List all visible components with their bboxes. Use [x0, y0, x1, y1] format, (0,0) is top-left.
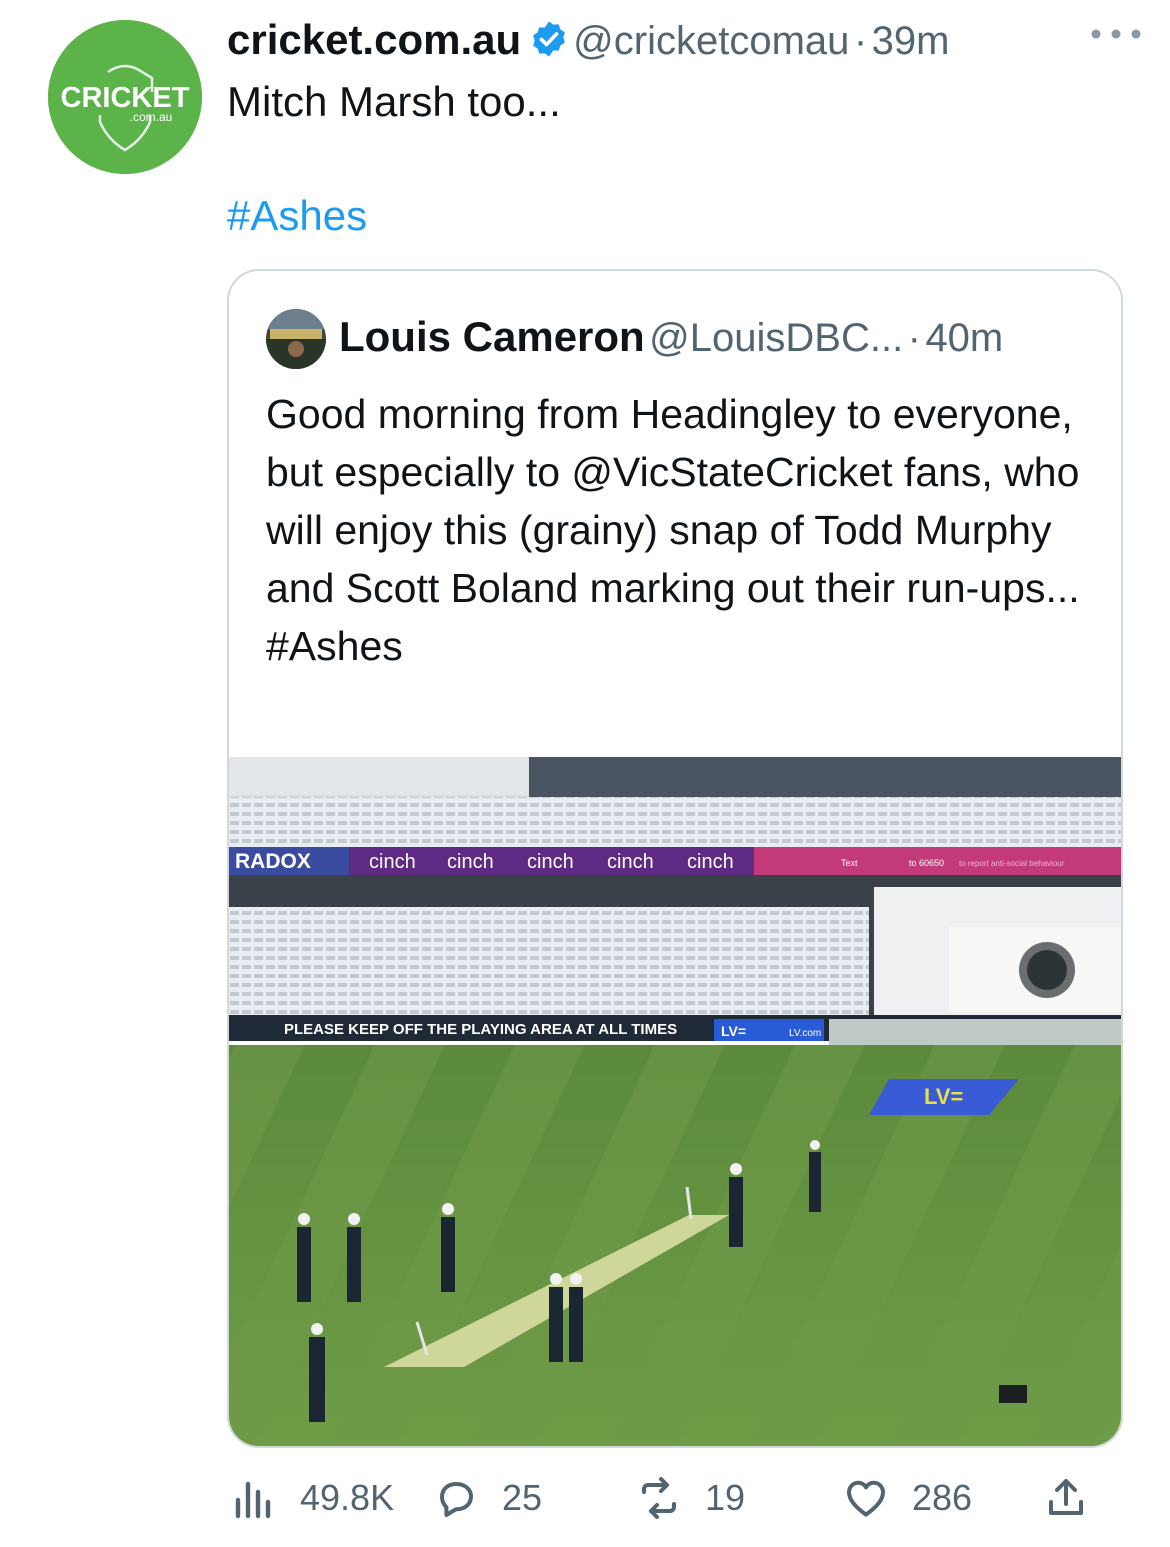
- quoted-author-name: Louis Cameron: [339, 313, 645, 360]
- tweet-text: Mitch Marsh too...: [227, 78, 561, 125]
- quoted-tweet-header: Louis Cameron @LouisDBC... · 40m: [339, 313, 1003, 361]
- views-button[interactable]: 49.8K: [230, 1468, 394, 1528]
- like-button[interactable]: 286: [842, 1468, 972, 1528]
- quoted-author-handle: @LouisDBC...: [649, 316, 904, 360]
- author-avatar[interactable]: CRICKET .com.au: [48, 20, 202, 174]
- board-text-tail: to report anti-social behaviour: [959, 859, 1065, 868]
- tweet-header: cricket.com.au @cricketcomau · 39m: [227, 16, 1150, 68]
- board-text-sms: Text: [841, 858, 858, 868]
- board-cinch-4: cinch: [607, 851, 654, 873]
- field-logo: LV=: [924, 1084, 963, 1109]
- board-cinch-1: cinch: [369, 851, 416, 873]
- hashtag-link[interactable]: #Ashes: [227, 190, 367, 242]
- like-count: 286: [912, 1477, 973, 1518]
- board-text-number: to 60650: [909, 858, 944, 868]
- tweet-actions: 49.8K 25 19 286: [230, 1468, 1100, 1528]
- author-name[interactable]: cricket.com.au: [227, 16, 521, 63]
- board-radox: RADOX: [235, 850, 311, 873]
- quoted-hashtag: #Ashes: [266, 623, 403, 669]
- views-count: 49.8K: [300, 1477, 395, 1518]
- retweet-icon: [642, 1477, 676, 1519]
- quoted-tweet-body: Good morning from Headingley to everyone…: [266, 391, 1080, 611]
- board-cinch-5: cinch: [687, 851, 734, 873]
- author-handle[interactable]: @cricketcomau: [573, 19, 849, 63]
- heart-icon: [847, 1480, 885, 1517]
- retweet-count: 19: [705, 1477, 746, 1518]
- avatar-logo-sub: .com.au: [130, 110, 173, 124]
- quoted-tweet-card[interactable]: Louis Cameron @LouisDBC... · 40m Good mo…: [227, 269, 1123, 1448]
- views-chart-icon: [235, 1481, 271, 1519]
- reply-button[interactable]: 25: [432, 1468, 542, 1528]
- time-separator: ·: [907, 316, 921, 360]
- time-separator: ·: [853, 19, 868, 63]
- tweet-timestamp[interactable]: 39m: [872, 19, 950, 63]
- reply-bubble-icon: [440, 1482, 473, 1517]
- board-cinch-2: cinch: [447, 851, 494, 873]
- verified-badge-icon: [533, 21, 565, 57]
- share-upload-icon: [1049, 1479, 1083, 1515]
- board-lv-com: LV.com: [789, 1028, 821, 1039]
- share-button[interactable]: [1042, 1468, 1090, 1528]
- board-lv: LV=: [721, 1023, 746, 1039]
- quoted-tweet-timestamp: 40m: [925, 316, 1004, 360]
- board-keep-off: PLEASE KEEP OFF THE PLAYING AREA AT ALL …: [284, 1021, 677, 1038]
- quoted-tweet-text: Good morning from Headingley to everyone…: [266, 385, 1096, 675]
- reply-count: 25: [502, 1477, 543, 1518]
- quoted-author-avatar[interactable]: [266, 309, 326, 369]
- retweet-button[interactable]: 19: [635, 1468, 745, 1528]
- board-cinch-3: cinch: [527, 851, 574, 873]
- more-options-icon[interactable]: [1088, 22, 1144, 46]
- stadium-photo[interactable]: RADOX cinch cinch cinch cinch cinch Text…: [229, 757, 1121, 1446]
